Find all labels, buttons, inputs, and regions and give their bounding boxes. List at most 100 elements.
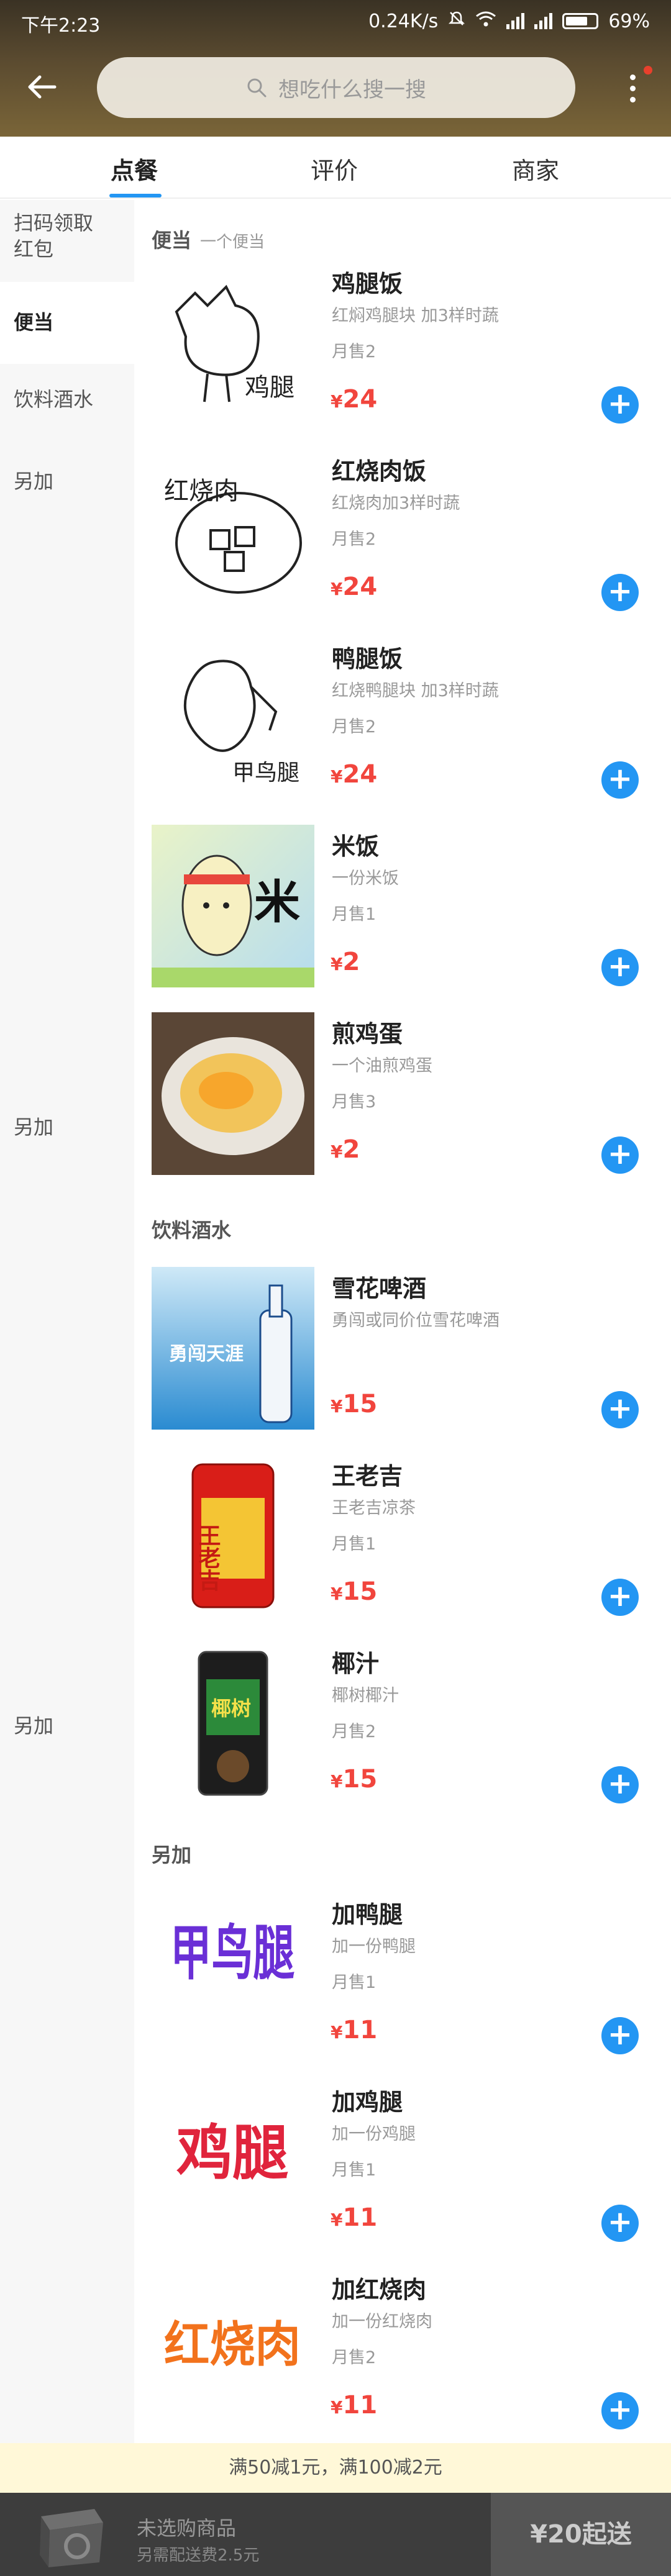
status-time: 下午2:23: [21, 15, 101, 37]
add-to-cart-button[interactable]: +: [601, 574, 639, 611]
battery-level: 69%: [608, 10, 650, 32]
back-button[interactable]: [25, 70, 68, 109]
item-price: ¥15: [331, 1765, 378, 1794]
item-sales: 月售2: [332, 530, 377, 549]
item-sales: 月售1: [332, 2161, 377, 2180]
signal-icon-2: [534, 13, 553, 29]
item-price: ¥11: [331, 2391, 378, 2420]
item-sales: 月售1: [332, 905, 377, 924]
list-item[interactable]: 勇闯天涯 雪花啤酒 勇闯或同价位雪花啤酒 ¥15 +: [134, 1262, 671, 1449]
item-desc: 一份米饭: [332, 869, 399, 888]
item-name: 加红烧肉: [332, 2276, 427, 2303]
item-sales: 月售3: [332, 1092, 377, 1112]
food-image: 椰树: [152, 1642, 314, 1805]
food-image: 鸡腿: [152, 2080, 314, 2243]
svg-text:米: 米: [254, 876, 300, 929]
item-name: 加鸭腿: [332, 1901, 403, 1928]
add-to-cart-button[interactable]: +: [601, 761, 639, 799]
section-header-drinks: 饮料酒水: [152, 1218, 232, 1242]
list-item[interactable]: 红烧肉 红烧肉饭 红烧肉加3样时蔬 月售2 ¥24 +: [134, 445, 671, 632]
sidebar-item-red-packet[interactable]: 扫码领取红包: [0, 210, 106, 270]
list-item[interactable]: 王老吉 王老吉 王老吉凉茶 月售1 ¥15 +: [134, 1449, 671, 1637]
item-desc: 王老吉凉茶: [332, 1499, 416, 1518]
delivery-fee: 另需配送费2.5元: [137, 2546, 260, 2565]
list-item[interactable]: 甲鸟腿 加鸭腿 加一份鸭腿 月售1 ¥11 +: [134, 1888, 671, 2075]
svg-text:红烧肉: 红烧肉: [164, 477, 239, 506]
add-to-cart-button[interactable]: +: [601, 2017, 639, 2054]
tab-indicator: [109, 194, 162, 197]
list-item[interactable]: 甲鸟腿 鸭腿饭 红烧鸭腿块 加3样时蔬 月售2 ¥24 +: [134, 632, 671, 820]
food-image: 红烧肉: [152, 2268, 314, 2431]
sidebar-item-drinks[interactable]: 饮料酒水: [0, 386, 134, 424]
status-bar: 下午2:23 0.24K/s 69%: [0, 0, 671, 43]
item-sales: 月售2: [332, 2348, 377, 2367]
list-item[interactable]: 米 米饭 一份米饭 月售1 ¥2 +: [134, 820, 671, 1007]
cart-status: 未选购商品: [137, 2516, 237, 2540]
svg-text:鸡腿: 鸡腿: [245, 373, 294, 402]
status-icons: 0.24K/s 69%: [368, 10, 650, 32]
item-desc: 加一份红烧肉: [332, 2312, 432, 2331]
arrow-left-icon: [28, 75, 57, 99]
add-to-cart-button[interactable]: +: [601, 2205, 639, 2242]
add-to-cart-button[interactable]: +: [601, 2392, 639, 2429]
add-to-cart-button[interactable]: +: [601, 1391, 639, 1428]
menu-list: 便当一个便当 鸡腿 鸡腿饭 红焖鸡腿块 加3样时蔬 月售2 ¥24 + 红烧肉: [134, 200, 671, 2443]
item-price: ¥2: [331, 1135, 360, 1164]
item-price: ¥15: [331, 1577, 378, 1606]
food-image: 勇闯天涯: [152, 1267, 314, 1430]
tab-merchant[interactable]: 商家: [512, 152, 559, 186]
item-price: ¥24: [331, 385, 378, 414]
list-item[interactable]: 红烧肉 加红烧肉 加一份红烧肉 月售2 ¥11 +: [134, 2263, 671, 2451]
item-price: ¥11: [331, 2203, 378, 2232]
battery-icon: [562, 13, 599, 29]
food-image: 王老吉: [152, 1454, 314, 1617]
network-speed: 0.24K/s: [368, 10, 439, 32]
add-to-cart-button[interactable]: +: [601, 386, 639, 424]
list-item[interactable]: 椰树 椰汁 椰树椰汁 月售2 ¥15 +: [134, 1637, 671, 1825]
list-item[interactable]: 鸡腿 加鸡腿 加一份鸡腿 月售1 ¥11 +: [134, 2075, 671, 2263]
category-sidebar: 扫码领取红包 便当 饮料酒水 另加 另加 另加: [0, 200, 134, 2443]
item-name: 红烧肉饭: [332, 458, 427, 485]
item-name: 煎鸡蛋: [332, 1020, 403, 1048]
wifi-icon: [475, 11, 496, 32]
svg-text:红烧肉: 红烧肉: [164, 2317, 301, 2373]
item-sales: 月售2: [332, 717, 377, 737]
food-image: 红烧肉: [152, 450, 314, 612]
list-item[interactable]: 鸡腿 鸡腿饭 红焖鸡腿块 加3样时蔬 月售2 ¥24 +: [134, 257, 671, 445]
svg-text:鸡腿: 鸡腿: [176, 2118, 288, 2188]
item-price: ¥24: [331, 760, 378, 789]
search-placeholder: 想吃什么搜一搜: [278, 77, 426, 102]
svg-text:勇闯天涯: 勇闯天涯: [169, 1343, 244, 1365]
item-price: ¥11: [331, 2016, 378, 2044]
more-menu-button[interactable]: [620, 65, 645, 114]
search-input[interactable]: 想吃什么搜一搜: [97, 57, 575, 118]
tab-reviews[interactable]: 评价: [311, 152, 358, 186]
section-header-bento: 便当 一个便当: [152, 229, 265, 252]
food-image: 鸡腿: [152, 262, 314, 425]
sidebar-repeat-label: 另加: [14, 1714, 54, 1738]
item-desc: 加一份鸭腿: [332, 1937, 416, 1956]
item-desc: 加一份鸡腿: [332, 2125, 416, 2144]
sidebar-item-bento[interactable]: 便当: [0, 282, 134, 364]
promo-bar: 满50减1元，满100减2元: [0, 2443, 671, 2493]
add-to-cart-button[interactable]: +: [601, 949, 639, 986]
item-price: ¥15: [331, 1390, 378, 1418]
cart-icon[interactable]: [27, 2495, 114, 2572]
item-name: 鸡腿饭: [332, 270, 403, 297]
sidebar-item-extras[interactable]: 另加: [0, 468, 134, 506]
tab-bar: 点餐 评价 商家: [0, 137, 671, 199]
checkout-button[interactable]: ¥20起送: [491, 2493, 671, 2576]
item-sales: 月售1: [332, 1535, 377, 1554]
add-to-cart-button[interactable]: +: [601, 1766, 639, 1803]
list-item[interactable]: 煎鸡蛋 一个油煎鸡蛋 月售3 ¥2 +: [134, 1007, 671, 1195]
search-icon: [247, 78, 267, 98]
item-sales: 月售2: [332, 342, 377, 361]
add-to-cart-button[interactable]: +: [601, 1136, 639, 1174]
signal-icon: [506, 13, 525, 29]
item-desc: 椰树椰汁: [332, 1686, 399, 1705]
item-sales: 月售1: [332, 1973, 377, 1992]
tab-order[interactable]: 点餐: [111, 152, 158, 186]
add-to-cart-button[interactable]: +: [601, 1579, 639, 1616]
item-price: ¥24: [331, 573, 378, 601]
mute-icon: [448, 10, 465, 32]
